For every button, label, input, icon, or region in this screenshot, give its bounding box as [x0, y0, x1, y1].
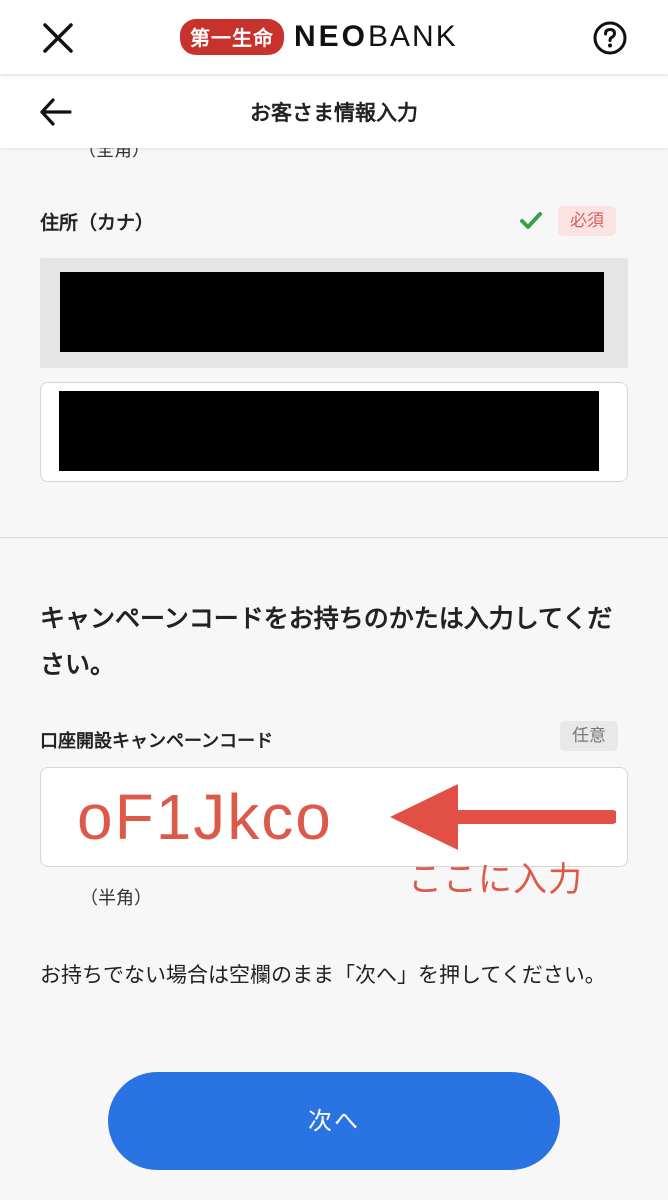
- half-width-hint: （半角）: [80, 888, 152, 909]
- brand-logo: 第一生命 NEO BANK: [180, 16, 458, 58]
- annotation-text: ここに入力: [408, 860, 583, 900]
- close-icon: [43, 23, 73, 53]
- address-kana-field-2[interactable]: [40, 382, 628, 482]
- help-icon: [593, 21, 627, 55]
- help-button[interactable]: [592, 20, 628, 56]
- redacted-content: [59, 391, 599, 471]
- logo-neo-text: NEO: [294, 20, 369, 53]
- campaign-code-value: oF1Jkco: [77, 781, 333, 853]
- close-button[interactable]: [38, 18, 78, 58]
- logo-bank-text: BANK: [368, 20, 458, 53]
- required-badge: 必須: [558, 206, 616, 236]
- campaign-heading: キャンペーンコードをお持ちのかたは入力してください。: [40, 604, 613, 679]
- top-bar: 第一生命 NEO BANK: [0, 0, 668, 74]
- page-title: お客さま情報入力: [250, 101, 418, 125]
- check-icon: [520, 212, 542, 229]
- address-kana-label: 住所（カナ）: [40, 212, 155, 234]
- empty-field-note: お持ちでない場合は空欄のまま「次へ」を押してください。: [40, 963, 606, 987]
- sub-header: お客さま情報入力: [0, 76, 668, 148]
- annotation-arrow-icon: [390, 784, 616, 850]
- campaign-code-label: 口座開設キャンペーンコード: [40, 731, 274, 752]
- optional-badge: 任意: [560, 721, 618, 751]
- logo-badge: 第一生命: [180, 19, 284, 55]
- address-kana-field-1[interactable]: [40, 258, 628, 368]
- redacted-content: [60, 272, 604, 352]
- next-button[interactable]: 次へ: [108, 1072, 560, 1170]
- section-divider: [0, 537, 668, 538]
